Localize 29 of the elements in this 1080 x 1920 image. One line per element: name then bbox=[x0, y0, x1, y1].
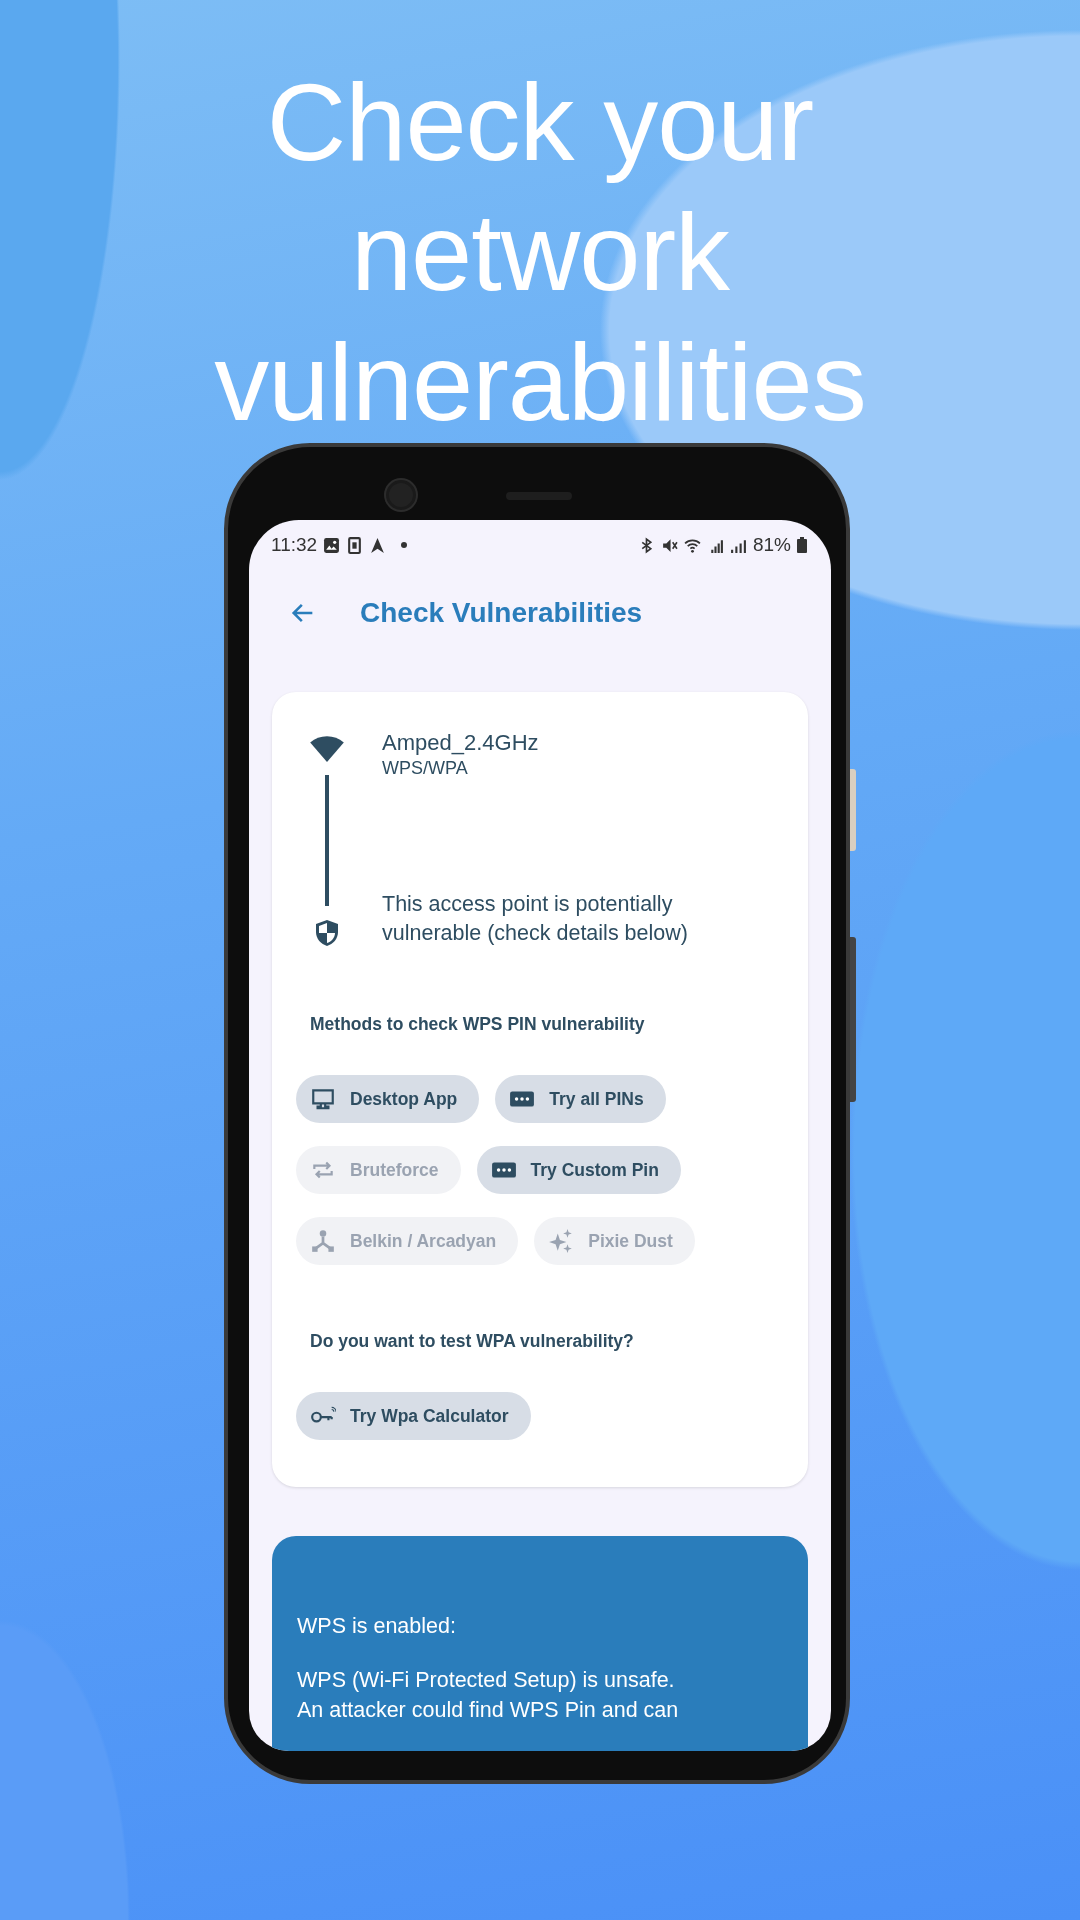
monitor-icon bbox=[310, 1086, 336, 1112]
fork-icon bbox=[310, 1228, 336, 1254]
sim-icon bbox=[346, 536, 364, 554]
notification-dot-icon bbox=[400, 541, 409, 549]
wifi-icon bbox=[683, 536, 701, 554]
battery-icon bbox=[797, 537, 807, 553]
section-heading: Methods to check WPS PIN vulnerability bbox=[310, 1014, 646, 1035]
navigation-icon bbox=[369, 536, 387, 554]
network-name: Amped_2.4GHz bbox=[382, 730, 540, 756]
image-icon bbox=[323, 536, 341, 554]
camera-icon bbox=[386, 480, 416, 510]
panel-title: WPS is enabled: bbox=[297, 1614, 457, 1639]
screen-title: Check Vulnerabilities bbox=[360, 596, 643, 629]
sparkle-icon bbox=[548, 1228, 575, 1254]
shield-icon bbox=[315, 918, 339, 948]
headline: Check your network vulnerabilities bbox=[213, 59, 867, 445]
method-chip[interactable]: Try Wpa Calculator bbox=[296, 1392, 531, 1440]
wifi-icon bbox=[308, 735, 346, 763]
security-type: WPS/WPA bbox=[382, 758, 469, 779]
method-chip[interactable]: Try all PINs bbox=[495, 1075, 666, 1123]
section-heading: Do you want to test WPA vulnerability? bbox=[310, 1331, 635, 1352]
verdict-text: This access point is potentially vulnerable (check details below) bbox=[382, 891, 689, 947]
method-chip[interactable]: Desktop App bbox=[296, 1075, 480, 1123]
panel-text: WPS (Wi-Fi Protected Setup) is unsafe. bbox=[297, 1667, 676, 1694]
mute-icon bbox=[660, 536, 678, 554]
status-time: 11:32 bbox=[271, 534, 318, 556]
method-chip[interactable]: Try Custom Pin bbox=[476, 1146, 681, 1194]
panel-text: An attacker could find WPS Pin and can bbox=[297, 1697, 680, 1724]
battery-percent: 81% bbox=[752, 534, 791, 556]
